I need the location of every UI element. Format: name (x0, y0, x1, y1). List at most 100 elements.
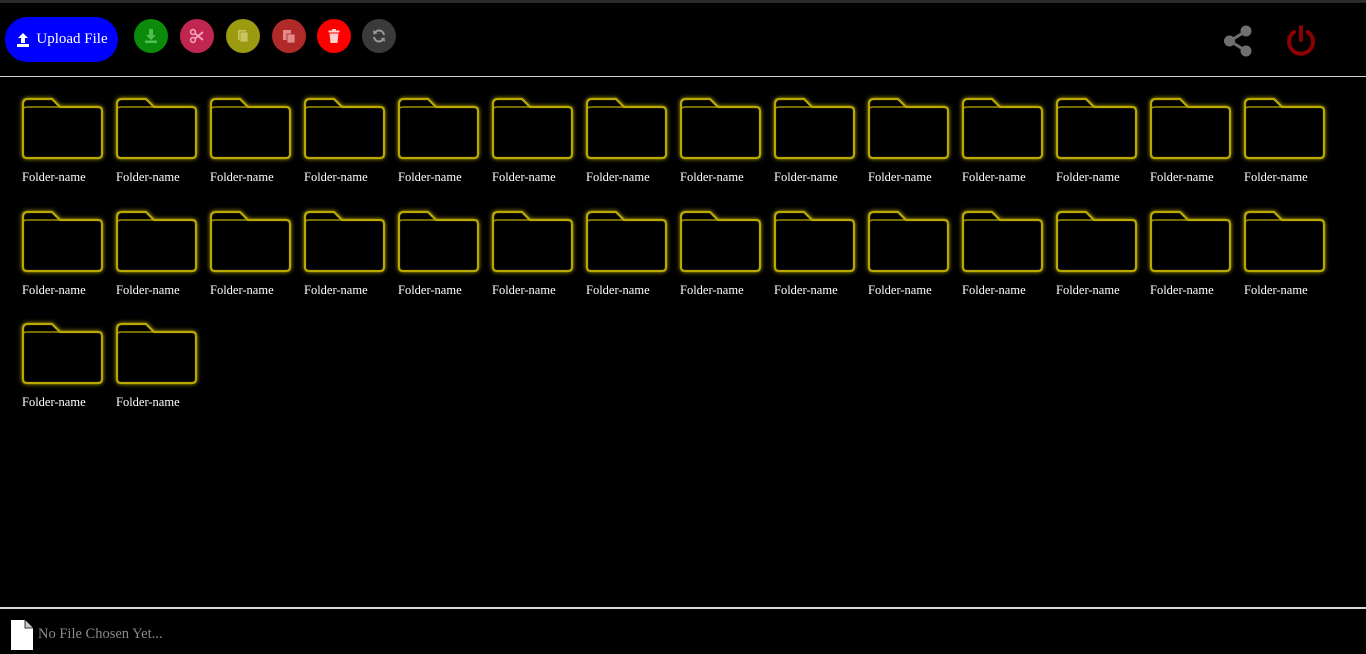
folder-item[interactable]: Folder-name (1052, 96, 1142, 196)
folder-icon (303, 97, 386, 160)
folder-label: Folder-name (1150, 170, 1214, 184)
folder-label: Folder-name (1244, 170, 1308, 184)
folder-item[interactable]: Folder-name (18, 96, 108, 196)
folder-label: Folder-name (680, 282, 744, 297)
folder-item[interactable]: Folder-name (676, 96, 766, 196)
folder-icon (773, 210, 856, 272)
folder-label: Folder-name (116, 282, 180, 297)
folder-item[interactable]: Folder-name (394, 96, 484, 196)
folder-label: Folder-name (116, 395, 180, 409)
refresh-button[interactable] (362, 19, 396, 53)
folder-item[interactable]: Folder-name (770, 209, 860, 309)
folder-item[interactable]: Folder-name (958, 209, 1048, 309)
folder-item[interactable]: Folder-name (488, 96, 578, 196)
upload-file-label: Upload File (36, 31, 108, 47)
folder-item[interactable]: Folder-name (1146, 209, 1236, 309)
folder-label: Folder-name (116, 170, 180, 184)
folder-label: Folder-name (1056, 170, 1120, 184)
folder-icon (491, 210, 574, 272)
folder-label: Folder-name (868, 282, 932, 297)
folder-icon (397, 97, 480, 160)
folder-item[interactable]: Folder-name (18, 321, 108, 421)
folder-icon (1243, 97, 1326, 160)
folder-label: Folder-name (868, 170, 932, 184)
power-icon[interactable] (1284, 24, 1318, 58)
folder-icon (115, 322, 198, 385)
folder-label: Folder-name (1056, 282, 1120, 297)
folder-icon (867, 210, 950, 272)
share-icon[interactable] (1222, 24, 1254, 58)
folder-item[interactable]: Folder-name (112, 96, 202, 196)
folder-label: Folder-name (1244, 282, 1308, 297)
status-bar: No File Chosen Yet... (0, 609, 1366, 654)
refresh-icon (373, 29, 385, 43)
trash-icon (328, 29, 340, 43)
copy-icon (238, 30, 249, 43)
folder-label: Folder-name (774, 282, 838, 297)
folder-label: Folder-name (680, 170, 744, 184)
folder-label: Folder-name (210, 170, 274, 184)
paste-icon (283, 30, 296, 44)
folder-icon (1055, 210, 1138, 272)
folder-item[interactable]: Folder-name (112, 209, 202, 309)
cut-button[interactable] (180, 19, 214, 53)
folder-icon (679, 97, 762, 160)
copy-button[interactable] (226, 19, 260, 53)
folder-label: Folder-name (774, 170, 838, 184)
folder-item[interactable]: Folder-name (1240, 209, 1330, 309)
folder-label: Folder-name (22, 282, 86, 297)
folder-icon (115, 97, 198, 160)
folder-icon (1055, 97, 1138, 160)
folder-icon (209, 97, 292, 160)
paste-button[interactable] (272, 19, 306, 53)
download-button[interactable] (134, 19, 168, 53)
folder-item[interactable]: Folder-name (394, 209, 484, 309)
folder-icon (1149, 210, 1232, 272)
folder-icon (21, 210, 104, 272)
folder-icon (303, 210, 386, 272)
folder-label: Folder-name (22, 395, 86, 409)
folder-item[interactable]: Folder-name (864, 96, 954, 196)
upload-icon (17, 32, 30, 47)
folder-icon (1149, 97, 1232, 160)
folder-icon (115, 210, 198, 272)
folder-label: Folder-name (492, 282, 556, 297)
folder-item[interactable]: Folder-name (18, 209, 108, 309)
folder-item[interactable]: Folder-name (864, 209, 954, 309)
folder-item[interactable]: Folder-name (676, 209, 766, 309)
folder-item[interactable]: Folder-name (112, 321, 202, 421)
scissors-icon (189, 28, 204, 44)
file-icon (11, 620, 33, 650)
folder-item[interactable]: Folder-name (1052, 209, 1142, 309)
folder-item[interactable]: Folder-name (582, 209, 672, 309)
folder-label: Folder-name (304, 282, 368, 297)
folder-label: Folder-name (22, 170, 86, 184)
toolbar-divider (0, 76, 1366, 77)
folder-icon (397, 210, 480, 272)
folder-label: Folder-name (586, 170, 650, 184)
folder-label: Folder-name (962, 170, 1026, 184)
folder-item[interactable]: Folder-name (582, 96, 672, 196)
folder-label: Folder-name (1150, 282, 1214, 297)
folder-label: Folder-name (210, 282, 274, 297)
delete-button[interactable] (317, 19, 351, 53)
folder-item[interactable]: Folder-name (300, 96, 390, 196)
folder-grid: Folder-name Folder-name Folder-name Folder-… (18, 96, 1358, 576)
toolbar: Upload File (0, 3, 1366, 77)
folder-icon (867, 97, 950, 160)
folder-item[interactable]: Folder-name (1146, 96, 1236, 196)
folder-item[interactable]: Folder-name (206, 209, 296, 309)
folder-item[interactable]: Folder-name (488, 209, 578, 309)
folder-icon (773, 97, 856, 160)
folder-item[interactable]: Folder-name (770, 96, 860, 196)
upload-file-button[interactable]: Upload File (5, 17, 118, 62)
folder-label: Folder-name (962, 282, 1026, 297)
status-text: No File Chosen Yet... (38, 626, 163, 642)
folder-item[interactable]: Folder-name (1240, 96, 1330, 196)
folder-item[interactable]: Folder-name (206, 96, 296, 196)
folder-icon (585, 210, 668, 272)
folder-item[interactable]: Folder-name (958, 96, 1048, 196)
folder-label: Folder-name (398, 282, 462, 297)
folder-icon (491, 97, 574, 160)
folder-item[interactable]: Folder-name (300, 209, 390, 309)
